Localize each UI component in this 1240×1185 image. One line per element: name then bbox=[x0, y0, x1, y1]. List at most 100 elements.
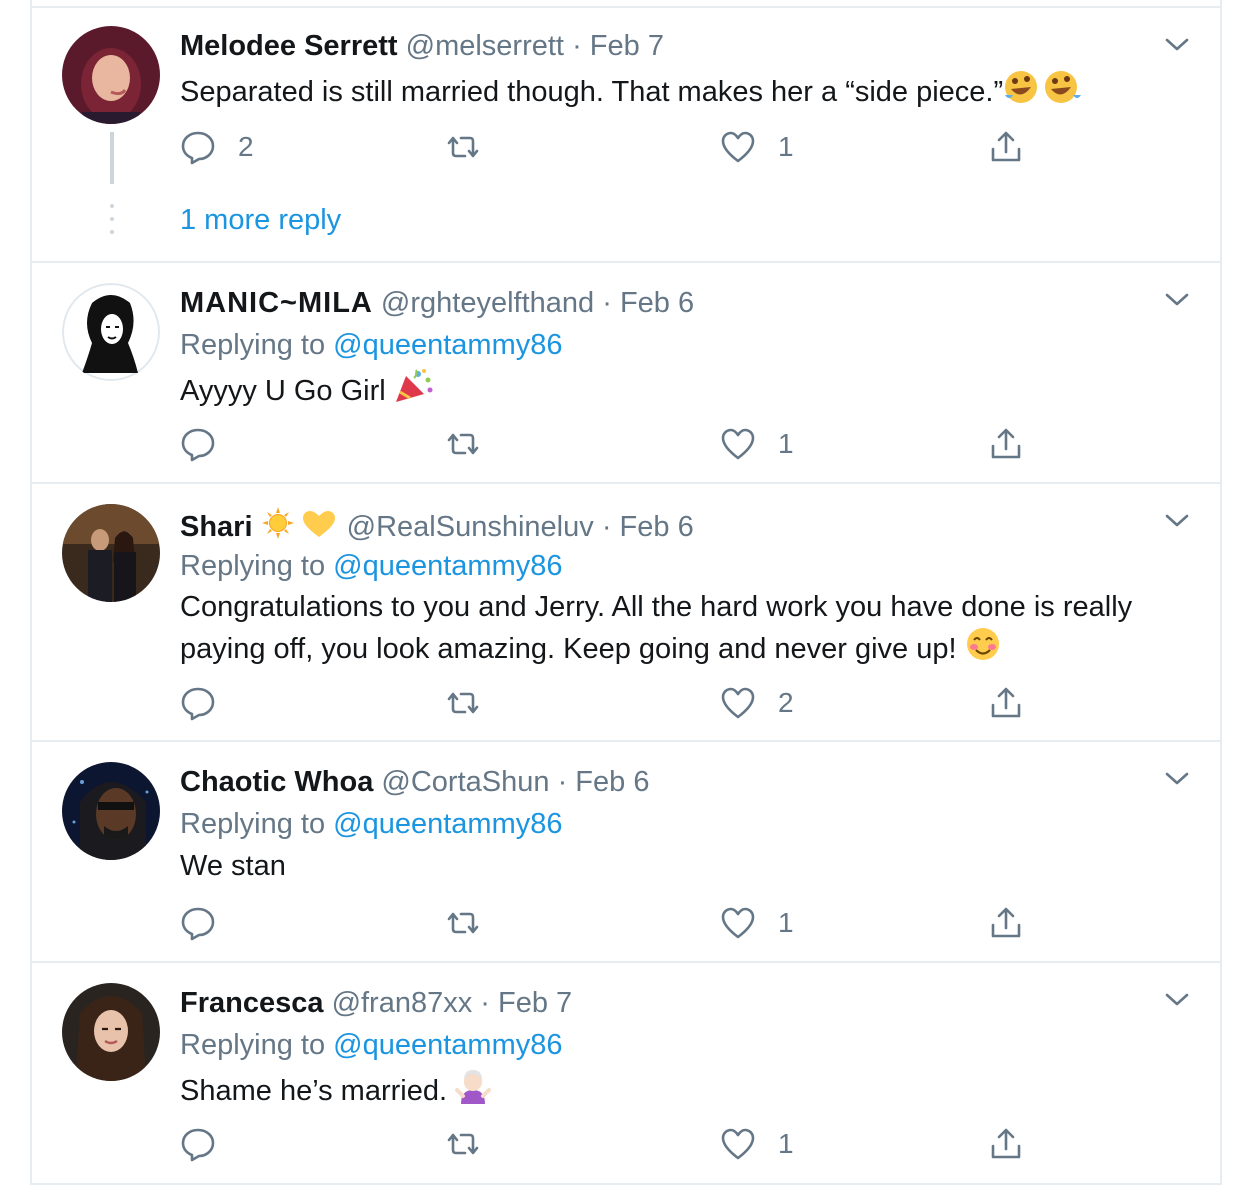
chevron-down-icon[interactable] bbox=[1164, 508, 1190, 534]
avatar[interactable] bbox=[62, 283, 160, 381]
retweet-button[interactable] bbox=[445, 424, 481, 464]
share-button[interactable] bbox=[988, 683, 1024, 723]
sun-and-yellow-heart-icons bbox=[261, 506, 339, 549]
tweet-actions: 2 1 bbox=[180, 127, 1040, 167]
rolling-on-floor-laughing-icon bbox=[1003, 69, 1082, 115]
thread-dots bbox=[110, 204, 114, 243]
handle[interactable]: @fran87xx bbox=[332, 987, 473, 1019]
tweet-text-body: We stan bbox=[180, 850, 286, 882]
replying-to: Replying to @queentammy86 bbox=[180, 548, 563, 584]
share-button[interactable] bbox=[988, 127, 1024, 167]
reply-button[interactable]: 2 bbox=[180, 127, 254, 167]
like-button[interactable]: 1 bbox=[720, 1124, 794, 1164]
share-button[interactable] bbox=[988, 903, 1024, 943]
tweet-header: Shari @RealSunshineluv · Feb 6 bbox=[180, 506, 694, 549]
tweet[interactable]: Shari @RealSunshineluv · Feb 6 Replying … bbox=[32, 484, 1220, 742]
chevron-down-icon[interactable] bbox=[1164, 987, 1190, 1013]
tweet[interactable]: MANIC~MILA @rghteyelfthand · Feb 6 Reply… bbox=[32, 263, 1220, 484]
tweet-header: MANIC~MILA @rghteyelfthand · Feb 6 bbox=[180, 285, 694, 321]
timestamp[interactable]: Feb 7 bbox=[590, 30, 664, 62]
share-icon bbox=[991, 1128, 1021, 1159]
avatar[interactable] bbox=[62, 26, 160, 124]
chevron-down-icon[interactable] bbox=[1164, 32, 1190, 58]
separator: · bbox=[480, 987, 490, 1019]
avatar[interactable] bbox=[62, 504, 160, 602]
handle[interactable]: @rghteyelfthand bbox=[381, 287, 594, 319]
tweet-text: We stan bbox=[180, 847, 1200, 885]
separator: · bbox=[602, 287, 612, 319]
separator: · bbox=[601, 511, 612, 543]
display-name[interactable]: Francesca bbox=[180, 987, 324, 1019]
like-count: 1 bbox=[778, 131, 794, 162]
timestamp[interactable]: Feb 6 bbox=[620, 287, 694, 319]
tweet-actions: 1 bbox=[180, 424, 1040, 464]
display-name[interactable]: MANIC~MILA bbox=[180, 287, 373, 319]
show-more-replies-link[interactable]: 1 more reply bbox=[180, 204, 341, 237]
reply-button[interactable] bbox=[180, 1124, 238, 1164]
reply-count: 2 bbox=[238, 131, 254, 162]
tweet[interactable]: Chaotic Whoa @CortaShun · Feb 6 Replying… bbox=[32, 742, 1220, 963]
timestamp[interactable]: Feb 7 bbox=[498, 987, 572, 1019]
display-name[interactable]: Melodee Serrett bbox=[180, 30, 398, 62]
reply-button[interactable] bbox=[180, 424, 238, 464]
like-button[interactable]: 1 bbox=[720, 903, 794, 943]
mention-link[interactable]: @queentammy86 bbox=[333, 550, 562, 582]
handle[interactable]: @melserrett bbox=[406, 30, 564, 62]
share-icon bbox=[991, 687, 1021, 718]
reply-icon bbox=[181, 907, 215, 941]
tweet-text: Ayyyy U Go Girl bbox=[180, 368, 1200, 414]
mention-link[interactable]: @queentammy86 bbox=[333, 329, 562, 361]
chevron-down-icon[interactable] bbox=[1164, 287, 1190, 313]
avatar[interactable] bbox=[62, 762, 160, 860]
handle[interactable]: @CortaShun bbox=[381, 766, 549, 798]
like-button[interactable]: 1 bbox=[720, 127, 794, 167]
tweet-text-body: Separated is still married though. That … bbox=[180, 76, 1004, 108]
like-count: 1 bbox=[778, 907, 794, 938]
avatar[interactable] bbox=[62, 983, 160, 1081]
handle[interactable]: @RealSunshineluv bbox=[347, 511, 594, 543]
like-button[interactable]: 1 bbox=[720, 424, 794, 464]
retweet-icon bbox=[447, 1133, 479, 1155]
retweet-button[interactable] bbox=[445, 683, 481, 723]
share-icon bbox=[991, 907, 1021, 938]
heart-icon bbox=[721, 1128, 755, 1160]
reply-button[interactable] bbox=[180, 903, 238, 943]
reply-button[interactable] bbox=[180, 683, 238, 723]
tweet-actions: 2 bbox=[180, 683, 1040, 723]
share-button[interactable] bbox=[988, 424, 1024, 464]
replies-timeline: Melodee Serrett @melserrett · Feb 7 Sepa… bbox=[30, 0, 1222, 1185]
share-icon bbox=[991, 428, 1021, 459]
chevron-down-icon[interactable] bbox=[1164, 766, 1190, 792]
timestamp[interactable]: Feb 6 bbox=[575, 766, 649, 798]
replying-to: Replying to @queentammy86 bbox=[180, 806, 563, 842]
retweet-button[interactable] bbox=[445, 127, 481, 167]
share-button[interactable] bbox=[988, 1124, 1024, 1164]
tweet[interactable]: Melodee Serrett @melserrett · Feb 7 Sepa… bbox=[32, 8, 1220, 263]
replying-to-label: Replying to bbox=[180, 550, 326, 582]
mention-link[interactable]: @queentammy86 bbox=[333, 808, 562, 840]
retweet-button[interactable] bbox=[445, 903, 481, 943]
mention-link[interactable]: @queentammy86 bbox=[333, 1029, 562, 1061]
like-button[interactable]: 2 bbox=[720, 683, 794, 723]
reply-icon bbox=[181, 131, 215, 165]
tweet-header: Melodee Serrett @melserrett · Feb 7 bbox=[180, 28, 664, 64]
tweet-text: Congratulations to you and Jerry. All th… bbox=[180, 588, 1200, 672]
timestamp[interactable]: Feb 6 bbox=[620, 511, 694, 543]
reply-icon bbox=[181, 687, 215, 721]
display-name[interactable]: Shari bbox=[180, 511, 253, 543]
reply-icon bbox=[181, 1128, 215, 1162]
replying-to-label: Replying to bbox=[180, 808, 326, 840]
separator: · bbox=[557, 766, 568, 798]
share-icon bbox=[991, 131, 1021, 162]
like-count: 2 bbox=[778, 687, 794, 718]
retweet-button[interactable] bbox=[445, 1124, 481, 1164]
tweet-actions: 1 bbox=[180, 1124, 1040, 1164]
tweet[interactable]: Francesca @fran87xx · Feb 7 Replying to … bbox=[32, 963, 1220, 1185]
tweet-text-body: Shame he’s married. bbox=[180, 1075, 448, 1107]
heart-icon bbox=[721, 687, 755, 719]
heart-icon bbox=[721, 131, 755, 163]
tweet-header: Francesca @fran87xx · Feb 7 bbox=[180, 985, 572, 1021]
display-name[interactable]: Chaotic Whoa bbox=[180, 766, 373, 798]
replying-to-label: Replying to bbox=[180, 1029, 326, 1061]
tweet-text: Shame he’s married. bbox=[180, 1068, 1200, 1114]
